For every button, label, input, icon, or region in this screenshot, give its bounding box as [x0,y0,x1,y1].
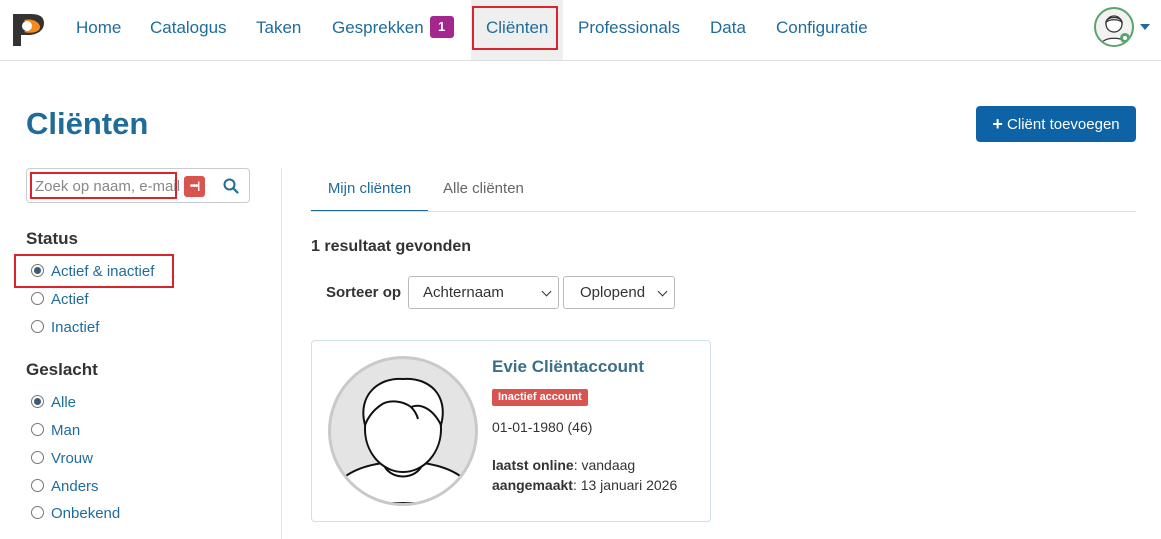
result-count: 1 resultaat gevonden [311,238,472,255]
gender-option-label: Anders [51,478,99,495]
radio-icon[interactable] [31,451,44,464]
nav-catalogus[interactable]: Catalogus [150,0,227,60]
page-title: Cliënten [26,106,149,141]
client-name[interactable]: Evie Cliëntaccount [492,357,644,377]
nav-taken[interactable]: Taken [256,0,301,60]
radio-icon[interactable] [31,479,44,492]
tab-mijn-clienten[interactable]: Mijn cliënten [311,168,428,212]
created-value: : 13 januari 2026 [572,477,678,493]
client-birthdate: 01-01-1980 (46) [492,419,593,435]
app-logo-icon[interactable] [10,10,46,48]
add-client-label: Cliënt toevoegen [1007,116,1120,133]
nav-data-label: Data [710,18,746,37]
status-option-label: Inactief [51,319,100,336]
radio-icon[interactable] [31,292,44,305]
radio-icon[interactable] [31,320,44,333]
sidebar-divider [281,168,282,539]
gender-option-alle[interactable]: Alle [31,394,76,414]
client-last-online: laatst online: vandaag [492,457,635,473]
radio-checked-icon[interactable] [31,395,44,408]
nav-data[interactable]: Data [710,0,746,60]
user-avatar[interactable] [1094,7,1134,47]
gesprekken-count-badge: 1 [429,16,454,38]
gender-option-onbekend[interactable]: Onbekend [31,505,120,525]
tab-alle-clienten[interactable]: Alle cliënten [443,168,524,212]
sort-order-select[interactable]: Oplopend [563,276,675,309]
gender-filter-title: Geslacht [26,360,98,379]
status-option-label: Actief [51,291,89,308]
gender-option-man[interactable]: Man [31,422,80,442]
nav-catalogus-label: Catalogus [150,18,227,37]
tabs-divider [311,211,1136,212]
status-option-inactief[interactable]: Inactief [31,319,99,339]
tab-label: Mijn cliënten [327,180,412,197]
sort-field-value: Achternaam [423,284,504,301]
search-highlight-box [30,172,177,199]
status-option-actief[interactable]: Actief [31,291,89,311]
nav-home-label: Home [76,18,122,37]
nav-configuratie[interactable]: Configuratie [776,0,868,60]
client-avatar [328,356,478,506]
nav-configuratie-label: Configuratie [776,18,868,37]
chevron-down-icon [541,286,552,297]
top-navbar: Home Catalogus Taken Gesprekken 1 Cliënte… [0,0,1161,61]
sort-field-select[interactable]: Achternaam [408,276,559,309]
nav-gesprekken-label: Gesprekken [332,18,424,37]
chevron-down-icon [657,286,668,297]
nav-taken-label: Taken [256,18,302,37]
gender-option-label: Onbekend [51,505,121,522]
gender-option-label: Vrouw [51,450,93,467]
nav-professionals-label: Professionals [578,18,681,37]
client-card[interactable]: Evie Cliëntaccount Inactief account 01-0… [311,340,711,522]
last-online-label: laatst online [492,457,574,473]
user-avatar-icon [1100,15,1130,45]
created-label: aangemaakt [492,477,573,493]
radio-icon[interactable] [31,423,44,436]
status-highlight-box [14,254,174,288]
nav-highlight-box [472,6,558,50]
gender-option-label: Alle [51,394,77,411]
nav-gesprekken[interactable]: Gesprekken 1 [332,0,454,60]
plus-icon: + [992,114,1003,134]
sort-label: Sorteer op [326,284,402,301]
nav-professionals[interactable]: Professionals [578,0,680,60]
nav-home[interactable]: Home [76,0,121,60]
radio-icon[interactable] [31,506,44,519]
gender-option-vrouw[interactable]: Vrouw [31,450,93,470]
gender-option-anders[interactable]: Anders [31,478,99,498]
add-client-button[interactable]: + Cliënt toevoegen [976,106,1136,142]
password-manager-icon[interactable]: •••| [184,176,205,197]
tab-label: Alle cliënten [443,180,524,197]
gender-option-label: Man [51,422,81,439]
sort-order-value: Oplopend [580,284,646,301]
last-online-value: : vandaag [573,457,636,473]
search-icon[interactable] [222,177,240,195]
client-avatar-icon [331,377,475,503]
status-badge: Inactief account [492,389,588,406]
status-filter-title: Status [26,229,78,248]
client-created: aangemaakt: 13 januari 2026 [492,477,677,493]
user-menu-caret-icon[interactable] [1140,24,1150,30]
